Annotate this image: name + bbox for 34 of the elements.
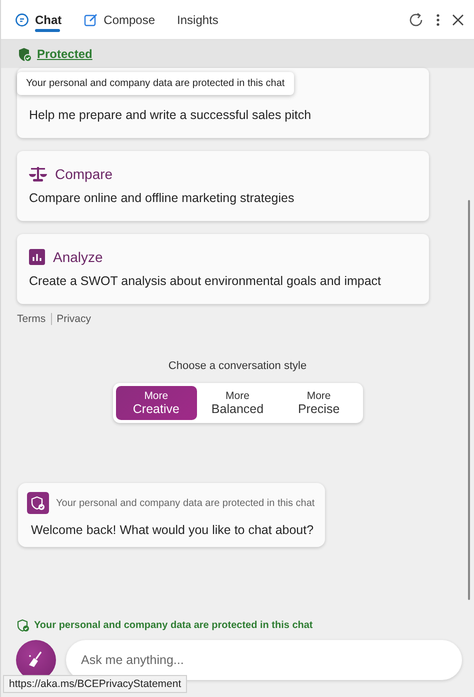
card-title: Compare [55,166,113,182]
style-label: Choose a conversation style [168,360,307,372]
prompt-card[interactable]: Analyze Create a SWOT analysis about environmental goals and impact [17,234,429,304]
shield-badge-icon [27,492,49,514]
protected-link[interactable]: Protected [37,47,92,61]
scales-icon [29,166,47,182]
privacy-notice: Your personal and company data are protected in this chat [56,498,315,508]
chat-bubble-icon [15,12,29,26]
privacy-tooltip: Your personal and company data are protected in this chat [17,72,294,95]
scrollbar-thumb[interactable] [468,200,470,600]
close-icon[interactable] [452,14,464,26]
card-description: Create a SWOT analysis about environmental goals and impact [29,274,382,288]
more-options-icon[interactable] [436,12,440,26]
footer-link[interactable]: Terms [17,313,46,325]
tab[interactable]: Insights [177,0,218,40]
card-description: Compare online and offline marketing strategies [29,191,296,205]
footer-link[interactable]: Privacy [56,313,92,325]
shield-check-icon [18,46,32,62]
tab[interactable]: Compose [84,0,156,40]
refresh-icon[interactable] [408,12,424,28]
shield-check-icon [17,619,30,632]
protection-note: Your personal and company data are protected in this chat [34,620,313,631]
prompt-card[interactable]: Compare Compare online and offline marketing strategies [17,151,429,221]
url-tooltip: https://aka.ms/BCEPrivacyStatement [3,675,188,693]
style-option[interactable]: More Balanced [196,386,278,420]
chart-icon [29,249,45,265]
welcome-message: Welcome back! What would you like to chat about? [30,523,315,537]
card-title: Analyze [53,249,103,265]
style-option[interactable]: More Creative [116,386,197,420]
tab[interactable]: Chat [15,0,62,40]
card-description: Help me prepare and write a successful sales pitch [29,108,312,122]
chat-input-field[interactable]: Ask me anything... [66,640,462,680]
style-option[interactable]: More Precise [278,386,360,420]
compose-icon [84,12,98,26]
